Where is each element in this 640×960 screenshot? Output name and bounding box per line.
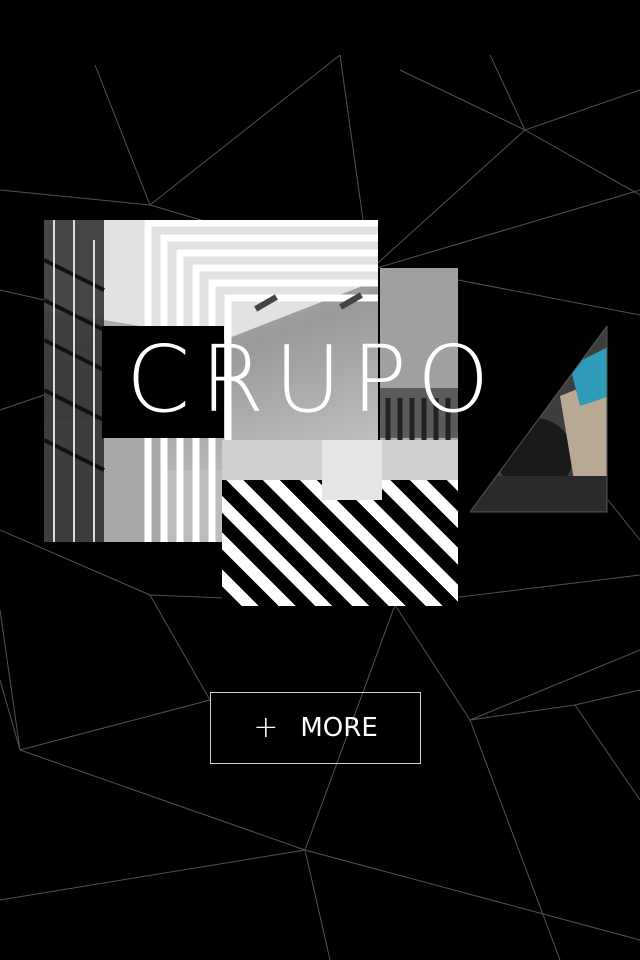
diagonal-stripes-panel: [222, 440, 458, 606]
triangle-photo: [470, 326, 608, 513]
more-button-label: MORE: [300, 713, 378, 743]
hero-collage: CRUPO: [0, 0, 640, 640]
stripes-overlay: [222, 440, 458, 500]
plus-icon: +: [253, 710, 279, 745]
more-button[interactable]: + MORE: [210, 692, 421, 764]
logo-text: CRUPO: [126, 326, 500, 433]
